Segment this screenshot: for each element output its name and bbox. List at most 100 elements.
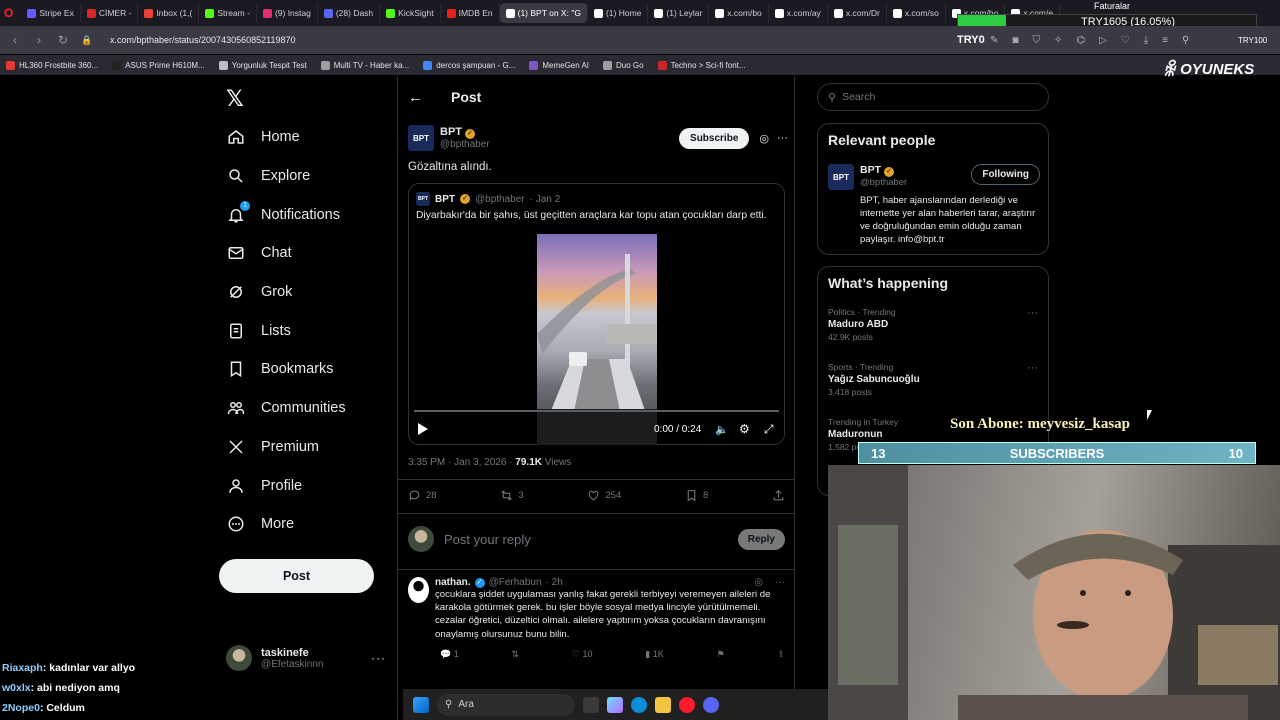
- forward-icon[interactable]: ›: [32, 33, 46, 47]
- discord-icon[interactable]: [703, 696, 719, 713]
- fullscreen-icon[interactable]: ⤢: [764, 422, 774, 437]
- reply-author[interactable]: nathan.: [435, 577, 471, 588]
- browser-tab[interactable]: CİMER -: [81, 3, 139, 23]
- bookmark-item[interactable]: Duo Go: [603, 60, 644, 70]
- repost-action[interactable]: 3: [500, 489, 524, 502]
- bpt-avatar[interactable]: BPT: [828, 164, 854, 190]
- sidebar-item-premium[interactable]: Premium: [218, 428, 398, 467]
- bookmark-item[interactable]: MemeGen AI: [529, 60, 589, 70]
- edge-icon[interactable]: [631, 696, 647, 713]
- shield-icon[interactable]: ⛉: [1032, 35, 1040, 46]
- heart-icon[interactable]: ♡: [1121, 35, 1130, 46]
- bookmark-item[interactable]: dercos şampuan - G...: [423, 60, 515, 70]
- sidebar-item-more[interactable]: More: [218, 505, 398, 544]
- tweet-author[interactable]: BPT: [440, 126, 462, 138]
- opera-icon[interactable]: [679, 696, 695, 713]
- grok-icon[interactable]: ◎: [754, 577, 763, 588]
- browser-tab[interactable]: (9) Instag: [257, 3, 318, 23]
- reply-tweet[interactable]: nathan. ✓ @Ferhabun · 2h ◎ ··· çocuklara…: [408, 577, 785, 660]
- bookmark-item[interactable]: ASUS Prime H610M...: [112, 60, 205, 70]
- sidebar-item-notifications[interactable]: 1 Notifications: [218, 195, 398, 234]
- sidebar-item-chat[interactable]: Chat: [218, 234, 398, 273]
- like-action[interactable]: 254: [587, 489, 621, 502]
- share-action[interactable]: ⇪: [777, 649, 785, 660]
- following-button[interactable]: Following: [971, 164, 1040, 185]
- reply-action[interactable]: 28: [408, 489, 437, 502]
- browser-tab[interactable]: Inbox (1,(: [138, 3, 200, 23]
- windows-start-icon[interactable]: [413, 696, 429, 713]
- reply-button[interactable]: Reply: [737, 528, 785, 550]
- grok-icon[interactable]: ◎: [759, 132, 769, 145]
- sidebar-item-explore[interactable]: Explore: [218, 157, 398, 196]
- reload-icon[interactable]: ↻: [56, 33, 70, 47]
- sidebar-item-communities[interactable]: Communities: [218, 389, 398, 428]
- bookmark-action[interactable]: ⚑: [717, 649, 725, 660]
- bookmark-item[interactable]: Techno > Sci-fi font...: [657, 60, 746, 70]
- account-icon[interactable]: ⚲: [1182, 35, 1189, 46]
- sidebar-item-home[interactable]: Home: [218, 118, 398, 157]
- more-horizontal-icon[interactable]: ···: [775, 577, 785, 588]
- trend-item[interactable]: Sports · Trending Yağız Sabuncuoğlu 3,418 …: [828, 362, 1040, 397]
- url-field[interactable]: x.com/bpthaber/status/200743056085211987…: [110, 35, 295, 45]
- taskbar-search[interactable]: ⚲ Ara: [437, 693, 575, 716]
- person-name[interactable]: BPT: [860, 164, 881, 176]
- browser-tab[interactable]: (1) Leylar: [648, 3, 710, 23]
- sidebar-item-grok[interactable]: Grok: [218, 273, 398, 312]
- camera-icon[interactable]: ◙: [1012, 35, 1018, 46]
- opera-logo-icon[interactable]: O: [4, 6, 13, 20]
- bpt-avatar[interactable]: BPT: [408, 125, 434, 151]
- sidebar-item-profile[interactable]: Profile: [218, 466, 398, 505]
- back-arrow-icon[interactable]: ←: [408, 89, 423, 106]
- x-logo-icon[interactable]: 𝕏: [226, 86, 244, 112]
- search-input[interactable]: ⚲ Search: [817, 83, 1049, 111]
- browser-tab[interactable]: x.com/bo: [709, 3, 769, 23]
- reply-action[interactable]: 💬 1: [440, 649, 459, 660]
- browser-tab[interactable]: Stripe Ex: [21, 3, 81, 23]
- menu-icon[interactable]: ≡: [1162, 35, 1168, 46]
- sidebar-item-bookmarks[interactable]: Bookmarks: [218, 350, 398, 389]
- copilot-icon[interactable]: [607, 696, 623, 713]
- explorer-icon[interactable]: [655, 696, 671, 713]
- sidebar-item-lists[interactable]: Lists: [218, 311, 398, 350]
- video-player[interactable]: [537, 234, 657, 445]
- play-icon[interactable]: [418, 423, 428, 435]
- send-icon[interactable]: ▷: [1099, 35, 1107, 46]
- bookmark-item[interactable]: Multi TV - Haber ka...: [320, 60, 409, 70]
- like-action[interactable]: ♡ 10: [572, 649, 593, 660]
- browser-tab[interactable]: KickSight: [380, 3, 441, 23]
- browser-tab[interactable]: (1) Home: [588, 3, 649, 23]
- person-handle[interactable]: @bpthaber: [860, 177, 971, 188]
- tweet-handle[interactable]: @bpthaber: [440, 139, 679, 150]
- edit-icon[interactable]: ✎: [990, 35, 998, 46]
- more-horizontal-icon[interactable]: ···: [777, 132, 788, 144]
- bookmark-item[interactable]: HL360 Frostbite 360...: [6, 60, 98, 70]
- browser-tab[interactable]: x.com/so: [887, 3, 946, 23]
- extension-icon[interactable]: ✧: [1054, 35, 1062, 46]
- trend-item[interactable]: Politics · Trending Maduro ABD 42.9K posts…: [828, 307, 1040, 342]
- bookmark-action[interactable]: 8: [685, 489, 708, 502]
- video-scrubber[interactable]: [414, 410, 779, 412]
- reply-handle[interactable]: @Ferhabun: [489, 577, 542, 588]
- task-view-icon[interactable]: [583, 696, 599, 713]
- bookmark-item[interactable]: Yorgunluk Tespit Test: [218, 60, 307, 70]
- tweet-timestamp[interactable]: 3:35 PM · Jan 3, 2026 ·: [408, 457, 513, 468]
- browser-tab[interactable]: x.com/ay: [769, 3, 828, 23]
- browser-tab[interactable]: (28) Dash: [318, 3, 381, 23]
- browser-tab[interactable]: IMDB En: [441, 3, 500, 23]
- reply-avatar[interactable]: [408, 577, 429, 603]
- more-horizontal-icon[interactable]: ···: [1027, 307, 1038, 319]
- browser-tab[interactable]: Stream -: [199, 3, 257, 23]
- flow-icon[interactable]: ⌬: [1076, 35, 1085, 46]
- post-button[interactable]: Post: [219, 559, 374, 593]
- volume-icon[interactable]: 🔈: [715, 423, 729, 436]
- subscribe-button[interactable]: Subscribe: [679, 127, 750, 149]
- browser-tab[interactable]: x.com/Dr: [828, 3, 887, 23]
- repost-action[interactable]: ⇅: [512, 649, 520, 660]
- views-action[interactable]: ▮ 1K: [645, 649, 663, 660]
- browser-tab[interactable]: (1) BPT on X: "G: [499, 3, 588, 23]
- reply-input[interactable]: Post your reply: [444, 532, 728, 547]
- download-icon[interactable]: ⤓: [1144, 35, 1148, 46]
- back-icon[interactable]: ‹: [8, 33, 22, 47]
- more-horizontal-icon[interactable]: ···: [1027, 362, 1038, 374]
- share-action[interactable]: [772, 489, 785, 502]
